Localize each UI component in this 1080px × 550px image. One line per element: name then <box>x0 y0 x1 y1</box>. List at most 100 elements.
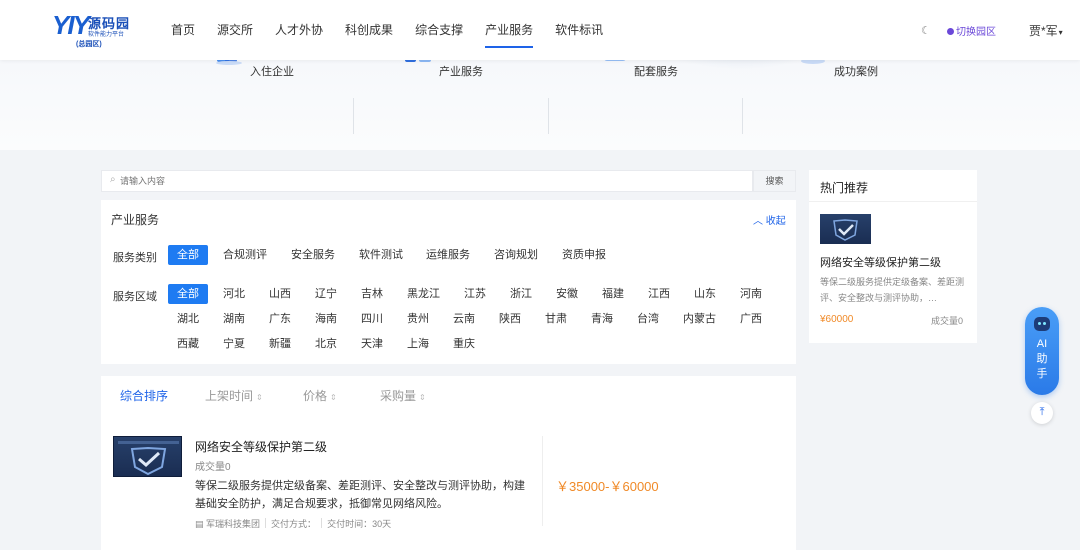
hot-item-price: ¥60000 <box>820 314 854 325</box>
collapse-label: 收起 <box>765 216 786 227</box>
logo-mark: YIY <box>52 10 90 40</box>
stat-label: 配套服务 <box>634 66 678 78</box>
region-chip[interactable]: 江苏 <box>464 284 486 304</box>
region-chip[interactable]: 内蒙古 <box>683 309 716 329</box>
category-chip[interactable]: 合规测评 <box>223 245 267 265</box>
region-chip[interactable]: 云南 <box>453 309 475 329</box>
product-list-panel: 综合排序 上架时间 ⇕ 价格 ⇕ 采购量 ⇕ 网络安全等级保护第二级 成交量0 等保二… <box>101 376 796 550</box>
region-chip[interactable]: 湖北 <box>177 309 199 329</box>
region-chip-all[interactable]: 全部 <box>168 284 208 304</box>
region-chip[interactable]: 海南 <box>315 309 337 329</box>
main-nav: 首页 源交所 人才外协 科创成果 综合支撑 产业服务 软件标讯 <box>160 0 614 60</box>
search-button[interactable]: 搜索 <box>753 170 796 192</box>
search-bar: ⌕ <box>101 170 753 192</box>
sort-price[interactable]: 价格 ⇕ <box>303 387 337 404</box>
region-chip[interactable]: 湖南 <box>223 309 245 329</box>
category-chip-all[interactable]: 全部 <box>168 245 208 265</box>
region-chip[interactable]: 天津 <box>361 334 383 354</box>
switch-park-label: 切换园区 <box>956 27 996 38</box>
product-description: 等保二级服务提供定级备案、差距测评、安全整改与测评协助，构建基础安全防护，满足合… <box>195 480 525 510</box>
sort-purchase-volume[interactable]: 采购量 ⇕ <box>380 387 426 404</box>
company-icon: ▤ <box>195 519 204 529</box>
nav-item-bids[interactable]: 软件标讯 <box>544 0 614 60</box>
product-meta: ▤ 军瑞科技集团 交付方式： 交付时间：30天 <box>195 517 391 530</box>
switch-icon <box>947 28 954 35</box>
sort-listing-time[interactable]: 上架时间 ⇕ <box>205 387 263 404</box>
sort-arrows-icon: ⇕ <box>419 393 426 402</box>
switch-park-button[interactable]: 切换园区 <box>947 23 996 38</box>
category-chip[interactable]: 运维服务 <box>426 245 470 265</box>
region-chip[interactable]: 福建 <box>602 284 624 304</box>
product-delivery-time: 交付时间：30天 <box>327 519 392 529</box>
stat-label: 产业服务 <box>439 66 483 78</box>
stat-label: 入住企业 <box>250 66 294 78</box>
region-chip[interactable]: 四川 <box>361 309 383 329</box>
nav-item-home[interactable]: 首页 <box>160 0 206 60</box>
product-delivery-method: 交付方式： <box>271 519 317 529</box>
region-chip[interactable]: 陕西 <box>499 309 521 329</box>
category-chip[interactable]: 软件测试 <box>359 245 403 265</box>
region-chip[interactable]: 甘肃 <box>545 309 567 329</box>
region-chip[interactable]: 黑龙江 <box>407 284 440 304</box>
stat-label: 成功案例 <box>834 66 878 78</box>
sort-comprehensive[interactable]: 综合排序 <box>120 387 168 404</box>
product-thumbnail[interactable] <box>113 436 182 477</box>
region-chip[interactable]: 新疆 <box>269 334 291 354</box>
stat-divider <box>353 98 354 134</box>
region-chip[interactable]: 上海 <box>407 334 429 354</box>
region-chip[interactable]: 辽宁 <box>315 284 337 304</box>
region-chip[interactable]: 青海 <box>591 309 613 329</box>
region-chip[interactable]: 安徽 <box>556 284 578 304</box>
top-header: YIY 源码园 软件能力平台 (总园区) 首页 源交所 人才外协 科创成果 综合… <box>0 0 1080 60</box>
logo-area: (总园区) <box>76 41 102 48</box>
product-title[interactable]: 网络安全等级保护第二级 <box>195 438 327 455</box>
back-to-top-button[interactable]: ⤒ <box>1031 402 1053 424</box>
filter-panel: 产业服务 ︿ 收起 服务类别 全部 合规测评 安全服务 软件测试 运维服务 咨询… <box>101 200 796 364</box>
region-chip[interactable]: 贵州 <box>407 309 429 329</box>
region-chip[interactable]: 西藏 <box>177 334 199 354</box>
region-chip[interactable]: 重庆 <box>453 334 475 354</box>
category-label: 服务类别 <box>113 252 157 264</box>
product-company: 军瑞科技集团 <box>206 519 261 529</box>
ai-assistant-label: AI 助 手 <box>1036 338 1048 380</box>
arrow-up-icon: ⤒ <box>1039 406 1045 418</box>
sort-arrows-icon: ⇕ <box>256 393 263 402</box>
hot-item-title[interactable]: 网络安全等级保护第二级 <box>820 254 941 270</box>
stat-divider <box>548 98 549 134</box>
region-chip[interactable]: 宁夏 <box>223 334 245 354</box>
region-chip[interactable]: 吉林 <box>361 284 383 304</box>
search-input[interactable] <box>120 173 720 189</box>
chevron-up-icon: ︿ <box>753 216 763 227</box>
user-menu[interactable]: 贾*军▾ <box>1029 22 1063 39</box>
region-chip[interactable]: 河北 <box>223 284 245 304</box>
site-logo[interactable]: YIY 源码园 软件能力平台 (总园区) <box>52 12 142 50</box>
region-chip[interactable]: 山东 <box>694 284 716 304</box>
region-chip[interactable]: 广东 <box>269 309 291 329</box>
nav-item-exchange[interactable]: 源交所 <box>206 0 264 60</box>
hot-recommend-panel: 热门推荐 网络安全等级保护第二级 等保二级服务提供定级备案、差距测评、安全整改与… <box>809 170 977 343</box>
chevron-down-icon: ▾ <box>1058 28 1063 37</box>
region-chip[interactable]: 山西 <box>269 284 291 304</box>
user-name: 贾*军 <box>1029 24 1058 38</box>
region-chip[interactable]: 河南 <box>740 284 762 304</box>
hot-thumbnail[interactable] <box>820 214 871 244</box>
category-chip[interactable]: 咨询规划 <box>494 245 538 265</box>
nav-item-talent[interactable]: 人才外协 <box>264 0 334 60</box>
ai-assistant-button[interactable]: AI 助 手 <box>1025 307 1059 395</box>
region-chip[interactable]: 台湾 <box>637 309 659 329</box>
logo-subtitle: 软件能力平台 <box>88 32 125 38</box>
nav-item-industry-services[interactable]: 产业服务 <box>474 0 544 60</box>
moon-icon[interactable]: ☾ <box>921 24 931 37</box>
hot-title: 热门推荐 <box>820 181 869 195</box>
stat-divider <box>742 98 743 134</box>
region-chip[interactable]: 浙江 <box>510 284 532 304</box>
collapse-toggle[interactable]: ︿ 收起 <box>753 212 786 227</box>
category-chip[interactable]: 资质申报 <box>562 245 606 265</box>
product-divider <box>542 436 543 526</box>
region-chip[interactable]: 广西 <box>740 309 762 329</box>
region-chip[interactable]: 北京 <box>315 334 337 354</box>
region-chip[interactable]: 江西 <box>648 284 670 304</box>
nav-item-innovation[interactable]: 科创成果 <box>334 0 404 60</box>
nav-item-support[interactable]: 综合支撑 <box>404 0 474 60</box>
category-chip[interactable]: 安全服务 <box>291 245 335 265</box>
